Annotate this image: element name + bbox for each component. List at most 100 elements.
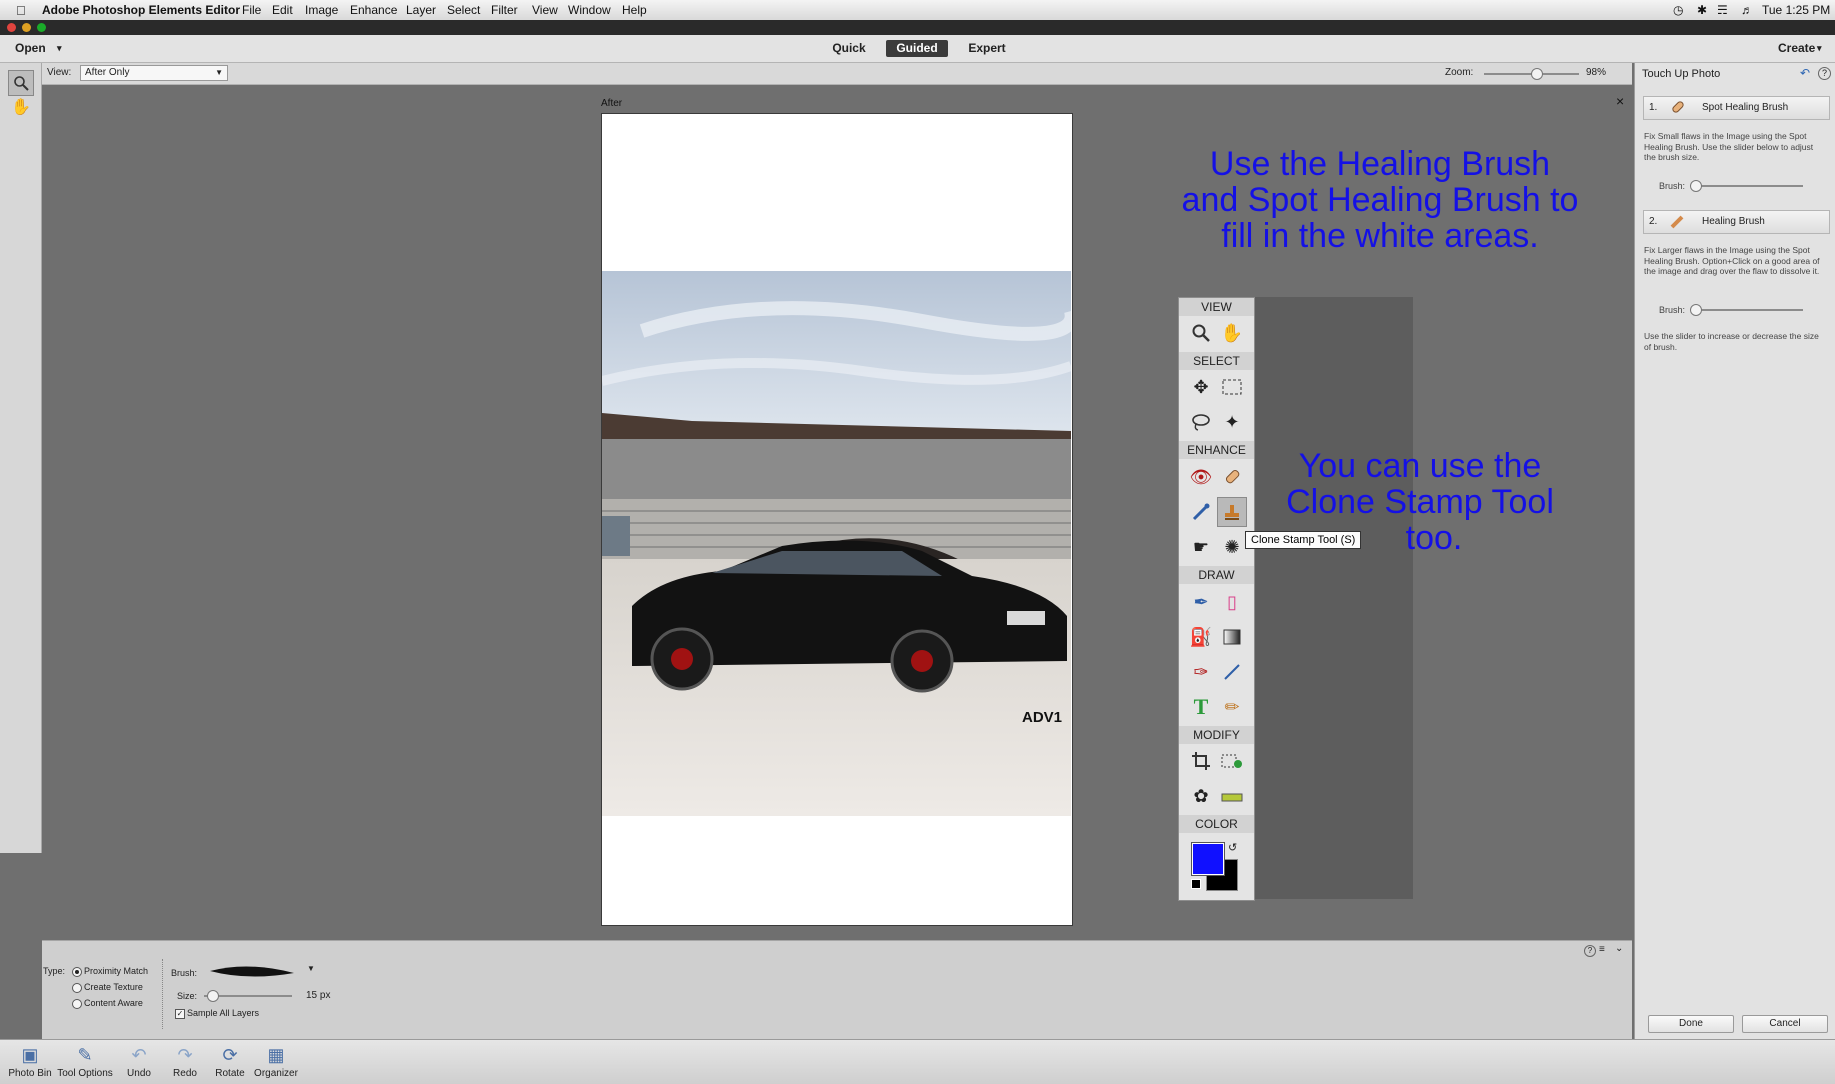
menu-view[interactable]: View xyxy=(532,3,558,17)
content-aware-move-icon[interactable]: ✿ xyxy=(1186,781,1216,811)
hand-tool-icon[interactable]: ✋ xyxy=(1217,318,1247,348)
menu-window[interactable]: Window xyxy=(568,3,611,17)
open-dropdown-icon[interactable]: ▾ xyxy=(57,40,62,57)
menu-file[interactable]: File xyxy=(242,3,261,17)
view-select[interactable]: After Only ▼ xyxy=(80,65,228,81)
options-help-icon[interactable]: ? xyxy=(1584,945,1596,957)
recompose-tool-icon[interactable] xyxy=(1217,746,1247,776)
rotate-button[interactable]: ⟳ Rotate xyxy=(212,1042,248,1080)
magic-wand-icon[interactable]: ✦ xyxy=(1217,407,1247,437)
annotation-healing-line3: fill in the white areas. xyxy=(1221,217,1539,255)
gradient-tool-icon[interactable] xyxy=(1217,622,1247,652)
close-canvas-icon[interactable]: × xyxy=(1616,93,1624,109)
red-eye-tool-icon[interactable]: 👁 xyxy=(1186,462,1216,492)
section-color: COLOR xyxy=(1179,815,1254,833)
move-tool-icon[interactable]: ✥ xyxy=(1186,372,1216,402)
bluetooth-icon[interactable]: ✱ xyxy=(1697,3,1707,17)
radio-content-aware[interactable] xyxy=(72,999,82,1009)
wifi-icon[interactable]: ☴ xyxy=(1717,3,1728,17)
marquee-tool-icon[interactable] xyxy=(1217,372,1247,402)
step-healing[interactable]: 2. Healing Brush xyxy=(1643,210,1830,234)
menu-help[interactable]: Help xyxy=(622,3,647,17)
smudge-tool-icon[interactable]: ☛ xyxy=(1186,532,1216,562)
brush-dropdown-icon[interactable]: ▼ xyxy=(307,964,315,973)
step2-brush-slider[interactable] xyxy=(1691,309,1803,311)
reset-icon[interactable]: ↶ xyxy=(1800,66,1810,80)
hand-tool-icon[interactable]: ✋ xyxy=(11,97,31,117)
step1-brush-knob[interactable] xyxy=(1690,180,1702,192)
volume-icon[interactable]: ♬ xyxy=(1741,3,1753,17)
spot-healing-brush-icon[interactable] xyxy=(1217,462,1247,492)
tool-options-icon: ✎ xyxy=(77,1044,93,1065)
done-button[interactable]: Done xyxy=(1648,1015,1734,1033)
minimize-window-button[interactable] xyxy=(22,23,31,32)
create-dropdown-icon[interactable]: ▾ xyxy=(1817,40,1822,57)
blur-tool-icon[interactable]: ✺ xyxy=(1217,532,1247,562)
type-tool-icon[interactable]: T xyxy=(1186,692,1216,722)
annotation-clone-line2: Clone Stamp Tool xyxy=(1286,483,1554,521)
sample-all-layers-checkbox[interactable]: ✓ xyxy=(175,1009,185,1019)
create-button[interactable]: Create xyxy=(1778,40,1815,57)
foreground-color-swatch[interactable] xyxy=(1191,842,1225,876)
brush-preview[interactable] xyxy=(208,961,298,984)
section-view: VIEW xyxy=(1179,298,1254,316)
create-texture-label: Create Texture xyxy=(84,982,143,992)
step2-brush-label: Brush: xyxy=(1659,305,1686,315)
zoom-value: 98% xyxy=(1586,67,1607,78)
eyedropper-tool-icon[interactable]: ✑ xyxy=(1186,657,1216,687)
clone-stamp-tool-icon[interactable] xyxy=(1217,497,1247,527)
straighten-tool-icon[interactable] xyxy=(1217,781,1247,811)
photo-bin-button[interactable]: ▣ Photo Bin xyxy=(5,1042,55,1080)
app-menu[interactable]: Adobe Photoshop Elements Editor xyxy=(42,3,240,17)
apple-menu-icon[interactable]:  xyxy=(16,3,26,18)
step-spot-healing[interactable]: 1. Spot Healing Brush xyxy=(1643,96,1830,120)
zoom-tool-icon[interactable] xyxy=(8,70,34,96)
options-collapse-icon[interactable]: ⌄ xyxy=(1615,943,1623,954)
sponge-tool-icon[interactable] xyxy=(1186,497,1216,527)
pencil-tool-icon[interactable]: ✏ xyxy=(1217,692,1247,722)
line-tool-icon[interactable] xyxy=(1217,657,1247,687)
menu-enhance[interactable]: Enhance xyxy=(350,3,397,17)
menu-clock[interactable]: Tue 1:25 PM xyxy=(1762,3,1830,17)
zoom-window-button[interactable] xyxy=(37,23,46,32)
zoom-tool-icon[interactable] xyxy=(1186,318,1216,348)
zoom-slider-knob[interactable] xyxy=(1531,68,1544,80)
size-slider-knob[interactable] xyxy=(207,990,219,1002)
help-icon[interactable]: ? xyxy=(1818,67,1831,80)
tab-expert[interactable]: Expert xyxy=(962,40,1012,57)
tab-guided[interactable]: Guided xyxy=(886,40,948,57)
step1-brush-slider[interactable] xyxy=(1691,185,1803,187)
crop-tool-icon[interactable] xyxy=(1186,746,1216,776)
menu-layer[interactable]: Layer xyxy=(406,3,436,17)
annotation-healing-line2: and Spot Healing Brush to xyxy=(1181,181,1579,219)
lasso-tool-icon[interactable] xyxy=(1186,407,1216,437)
annotation-clone-line1: You can use the xyxy=(1298,447,1542,485)
redo-button[interactable]: ↷ Redo xyxy=(168,1042,202,1080)
spot-healing-icon xyxy=(1669,99,1685,118)
eraser-tool-icon[interactable]: ▯ xyxy=(1217,587,1247,617)
menu-select[interactable]: Select xyxy=(447,3,480,17)
organizer-label: Organizer xyxy=(254,1068,298,1079)
menu-filter[interactable]: Filter xyxy=(491,3,518,17)
step2-brush-knob[interactable] xyxy=(1690,304,1702,316)
swap-colors-icon[interactable]: ↺ xyxy=(1228,841,1237,854)
radio-create-texture[interactable] xyxy=(72,983,82,993)
menu-image[interactable]: Image xyxy=(305,3,338,17)
close-window-button[interactable] xyxy=(7,23,16,32)
car-photo[interactable]: ADV1 xyxy=(602,271,1071,816)
undo-button[interactable]: ↶ Undo xyxy=(122,1042,156,1080)
default-colors-icon[interactable] xyxy=(1191,879,1201,889)
organizer-icon: ▦ xyxy=(267,1044,285,1065)
brush-tool-icon[interactable]: ✒ xyxy=(1186,587,1216,617)
tool-options-button[interactable]: ✎ Tool Options xyxy=(54,1042,116,1080)
menu-edit[interactable]: Edit xyxy=(272,3,293,17)
open-button[interactable]: Open xyxy=(15,40,46,57)
time-machine-icon[interactable]: ◷ xyxy=(1673,3,1683,17)
cancel-button[interactable]: Cancel xyxy=(1742,1015,1828,1033)
tab-quick[interactable]: Quick xyxy=(826,40,872,57)
options-menu-icon[interactable]: ≡ xyxy=(1599,944,1605,955)
radio-proximity-match[interactable] xyxy=(72,967,82,977)
organizer-button[interactable]: ▦ Organizer xyxy=(251,1042,301,1080)
paint-bucket-icon[interactable]: ⛽ xyxy=(1186,622,1216,652)
view-options-bar: View: After Only ▼ Zoom: 98% xyxy=(42,63,1632,85)
